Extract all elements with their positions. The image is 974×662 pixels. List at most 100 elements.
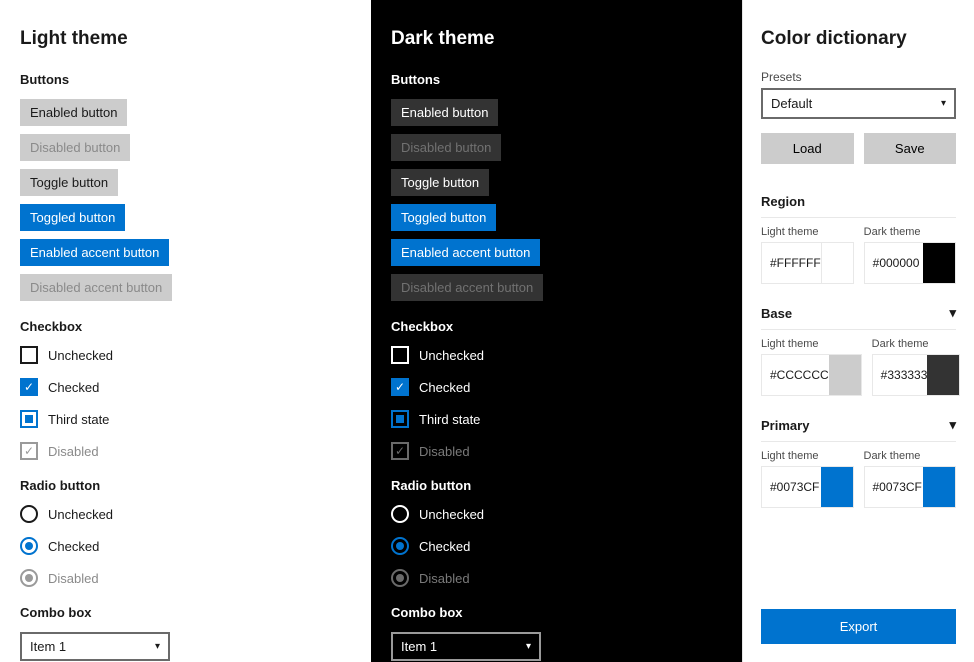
enabled-accent-button[interactable]: Enabled accent button	[391, 239, 540, 266]
radio-disabled: Disabled	[20, 569, 351, 587]
radio-checked[interactable]: Checked	[20, 537, 351, 555]
hex-value: #333333	[873, 355, 928, 395]
color-chip	[923, 243, 955, 283]
chevron-down-icon: ▾	[949, 417, 956, 433]
chevron-down-icon: ▾	[941, 98, 946, 109]
light-preview: Light theme Buttons Enabled button Disab…	[0, 0, 371, 662]
checkbox-box-disabled-icon	[20, 442, 38, 460]
checkbox-label: Third state	[419, 412, 480, 427]
enabled-button[interactable]: Enabled button	[391, 99, 498, 126]
dark-combo-label: Combo box	[391, 605, 722, 620]
combo-value: Item 1	[401, 639, 437, 654]
light-combo-label: Combo box	[20, 605, 351, 620]
toggled-button[interactable]: Toggled button	[20, 204, 125, 231]
combo-box[interactable]: Item 1 ▾	[20, 632, 170, 661]
light-sub-label: Light theme	[761, 450, 854, 462]
color-chip	[821, 243, 853, 283]
checkbox-label: Disabled	[419, 444, 470, 459]
radio-disabled-icon	[20, 569, 38, 587]
disabled-button: Disabled button	[391, 134, 501, 161]
group-header-region[interactable]: Region ▾	[761, 185, 956, 218]
hex-value: #FFFFFF	[762, 243, 821, 283]
color-chip	[923, 467, 955, 507]
base-dark-swatch[interactable]: #333333	[872, 354, 961, 396]
checkbox-checked[interactable]: Checked	[391, 378, 722, 396]
radio-disabled: Disabled	[391, 569, 722, 587]
checkbox-disabled: Disabled	[20, 442, 351, 460]
dark-sub-label: Dark theme	[872, 338, 961, 350]
checkbox-box-disabled-icon	[391, 442, 409, 460]
light-radio-label: Radio button	[20, 478, 351, 493]
group-header-primary[interactable]: Primary ▾	[761, 409, 956, 442]
checkbox-label: Checked	[48, 380, 99, 395]
radio-unchecked[interactable]: Unchecked	[391, 505, 722, 523]
dark-buttons-label: Buttons	[391, 72, 722, 87]
load-button[interactable]: Load	[761, 133, 854, 164]
radio-label: Checked	[48, 539, 99, 554]
chevron-down-icon: ▾	[155, 641, 160, 652]
radio-label: Checked	[419, 539, 470, 554]
dark-sub-label: Dark theme	[864, 226, 956, 238]
radio-label: Unchecked	[48, 507, 113, 522]
checkbox-label: Disabled	[48, 444, 99, 459]
checkbox-unchecked[interactable]: Unchecked	[20, 346, 351, 364]
radio-icon	[20, 505, 38, 523]
region-light-swatch[interactable]: #FFFFFF	[761, 242, 854, 284]
toggled-button[interactable]: Toggled button	[391, 204, 496, 231]
light-buttons-label: Buttons	[20, 72, 351, 87]
chevron-down-icon: ▾	[526, 641, 531, 652]
primary-dark-swatch[interactable]: #0073CF	[864, 466, 957, 508]
region-dark-swatch[interactable]: #000000	[864, 242, 956, 284]
radio-on-icon	[20, 537, 38, 555]
checkbox-label: Third state	[48, 412, 109, 427]
checkbox-box-third-icon	[20, 410, 38, 428]
toggle-button[interactable]: Toggle button	[20, 169, 118, 196]
radio-checked[interactable]: Checked	[391, 537, 722, 555]
color-dictionary-panel: Color dictionary Presets Default ▾ Load …	[742, 0, 974, 662]
radio-icon	[391, 505, 409, 523]
checkbox-label: Unchecked	[419, 348, 484, 363]
dark-radio-label: Radio button	[391, 478, 722, 493]
color-chip	[821, 467, 853, 507]
checkbox-third[interactable]: Third state	[391, 410, 722, 428]
group-region: Region ▾ Light theme #FFFFFF Dark theme …	[761, 184, 956, 286]
hex-value: #CCCCCC	[762, 355, 829, 395]
checkbox-unchecked[interactable]: Unchecked	[391, 346, 722, 364]
primary-light-swatch[interactable]: #0073CF	[761, 466, 854, 508]
checkbox-third[interactable]: Third state	[20, 410, 351, 428]
dark-sub-label: Dark theme	[864, 450, 957, 462]
group-name: Primary	[761, 418, 809, 433]
save-button[interactable]: Save	[864, 133, 957, 164]
light-sub-label: Light theme	[761, 338, 862, 350]
disabled-accent-button: Disabled accent button	[20, 274, 172, 301]
chevron-down-icon: ▾	[949, 305, 956, 321]
checkbox-box-icon	[391, 346, 409, 364]
group-primary: Primary ▾ Light theme #0073CF Dark theme…	[761, 408, 956, 510]
group-header-base[interactable]: Base ▾	[761, 297, 956, 330]
checkbox-box-checked-icon	[391, 378, 409, 396]
presets-select[interactable]: Default ▾	[761, 88, 956, 119]
enabled-accent-button[interactable]: Enabled accent button	[20, 239, 169, 266]
presets-label: Presets	[761, 70, 956, 84]
enabled-button[interactable]: Enabled button	[20, 99, 127, 126]
disabled-button: Disabled button	[20, 134, 130, 161]
checkbox-checked[interactable]: Checked	[20, 378, 351, 396]
hex-value: #0073CF	[762, 467, 821, 507]
radio-on-icon	[391, 537, 409, 555]
toggle-button[interactable]: Toggle button	[391, 169, 489, 196]
disabled-accent-button: Disabled accent button	[391, 274, 543, 301]
light-title: Light theme	[20, 28, 351, 50]
group-base: Base ▾ Light theme #CCCCCC Dark theme #3…	[761, 296, 956, 398]
radio-label: Disabled	[48, 571, 99, 586]
dark-title: Dark theme	[391, 28, 722, 50]
radio-unchecked[interactable]: Unchecked	[20, 505, 351, 523]
light-checkbox-label: Checkbox	[20, 319, 351, 334]
checkbox-box-icon	[20, 346, 38, 364]
dark-checkbox-label: Checkbox	[391, 319, 722, 334]
export-button[interactable]: Export	[761, 609, 956, 644]
combo-box[interactable]: Item 1 ▾	[391, 632, 541, 661]
light-sub-label: Light theme	[761, 226, 854, 238]
base-light-swatch[interactable]: #CCCCCC	[761, 354, 862, 396]
checkbox-label: Unchecked	[48, 348, 113, 363]
radio-label: Disabled	[419, 571, 470, 586]
